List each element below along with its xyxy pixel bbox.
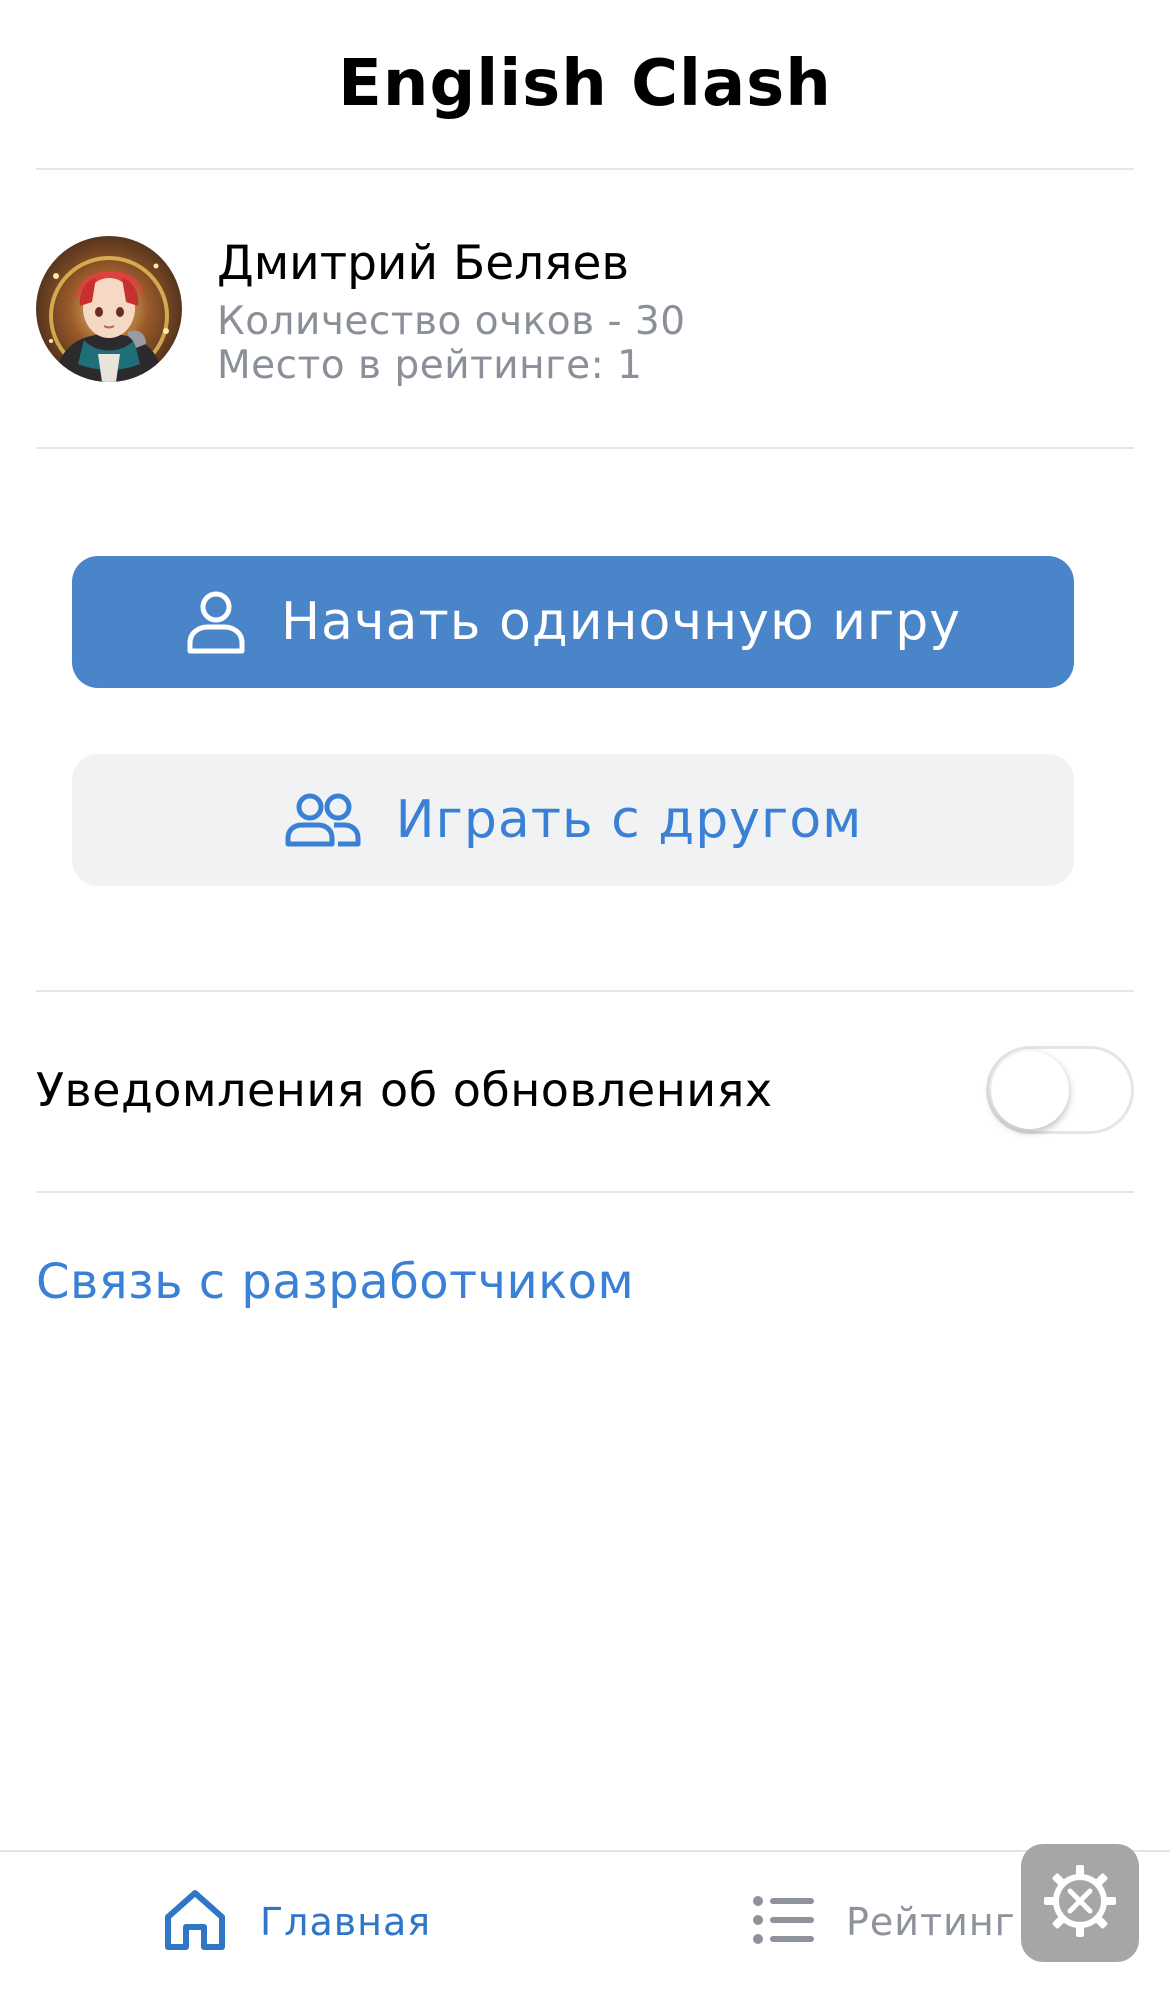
avatar[interactable] bbox=[36, 236, 182, 382]
app-title: English Clash bbox=[338, 47, 832, 121]
person-icon bbox=[185, 589, 247, 655]
app-header: English Clash bbox=[0, 0, 1170, 168]
header-divider bbox=[36, 168, 1134, 170]
tab-rating-label: Рейтинг bbox=[846, 1900, 1016, 1944]
list-icon bbox=[752, 1895, 816, 1949]
profile-name: Дмитрий Беляев bbox=[217, 236, 630, 291]
play-with-friend-label: Играть с другом bbox=[395, 790, 863, 850]
play-with-friend-button[interactable]: Играть с другом bbox=[72, 754, 1074, 886]
contact-developer-link[interactable]: Связь с разработчиком bbox=[36, 1254, 634, 1310]
notifications-setting-row: Уведомления об обновлениях bbox=[36, 1000, 1134, 1180]
profile-card: Дмитрий Беляев Количество очков - 30 Мес… bbox=[36, 236, 1134, 388]
start-single-game-label: Начать одиночную игру bbox=[280, 592, 962, 652]
avatar-image bbox=[36, 236, 182, 382]
tab-bar: Главная Рейтинг bbox=[0, 1850, 1170, 1992]
profile-rank: Место в рейтинге: 1 bbox=[217, 343, 643, 388]
profile-divider bbox=[36, 447, 1134, 449]
profile-points: Количество очков - 30 bbox=[217, 299, 686, 344]
start-single-game-button[interactable]: Начать одиночную игру bbox=[72, 556, 1074, 688]
tools-gear-icon bbox=[1040, 1861, 1120, 1945]
actions-divider bbox=[36, 990, 1134, 992]
tab-rating[interactable]: Рейтинг bbox=[752, 1852, 1016, 1992]
home-icon bbox=[160, 1885, 230, 1959]
toggle-knob bbox=[991, 1051, 1069, 1129]
tab-home-label: Главная bbox=[260, 1900, 432, 1944]
tab-home[interactable]: Главная bbox=[160, 1852, 431, 1992]
people-icon bbox=[284, 792, 362, 848]
debug-tools-button[interactable] bbox=[1021, 1844, 1139, 1962]
notifications-toggle[interactable] bbox=[986, 1046, 1134, 1134]
notifications-label: Уведомления об обновлениях bbox=[36, 1063, 773, 1117]
settings-divider bbox=[36, 1191, 1134, 1193]
